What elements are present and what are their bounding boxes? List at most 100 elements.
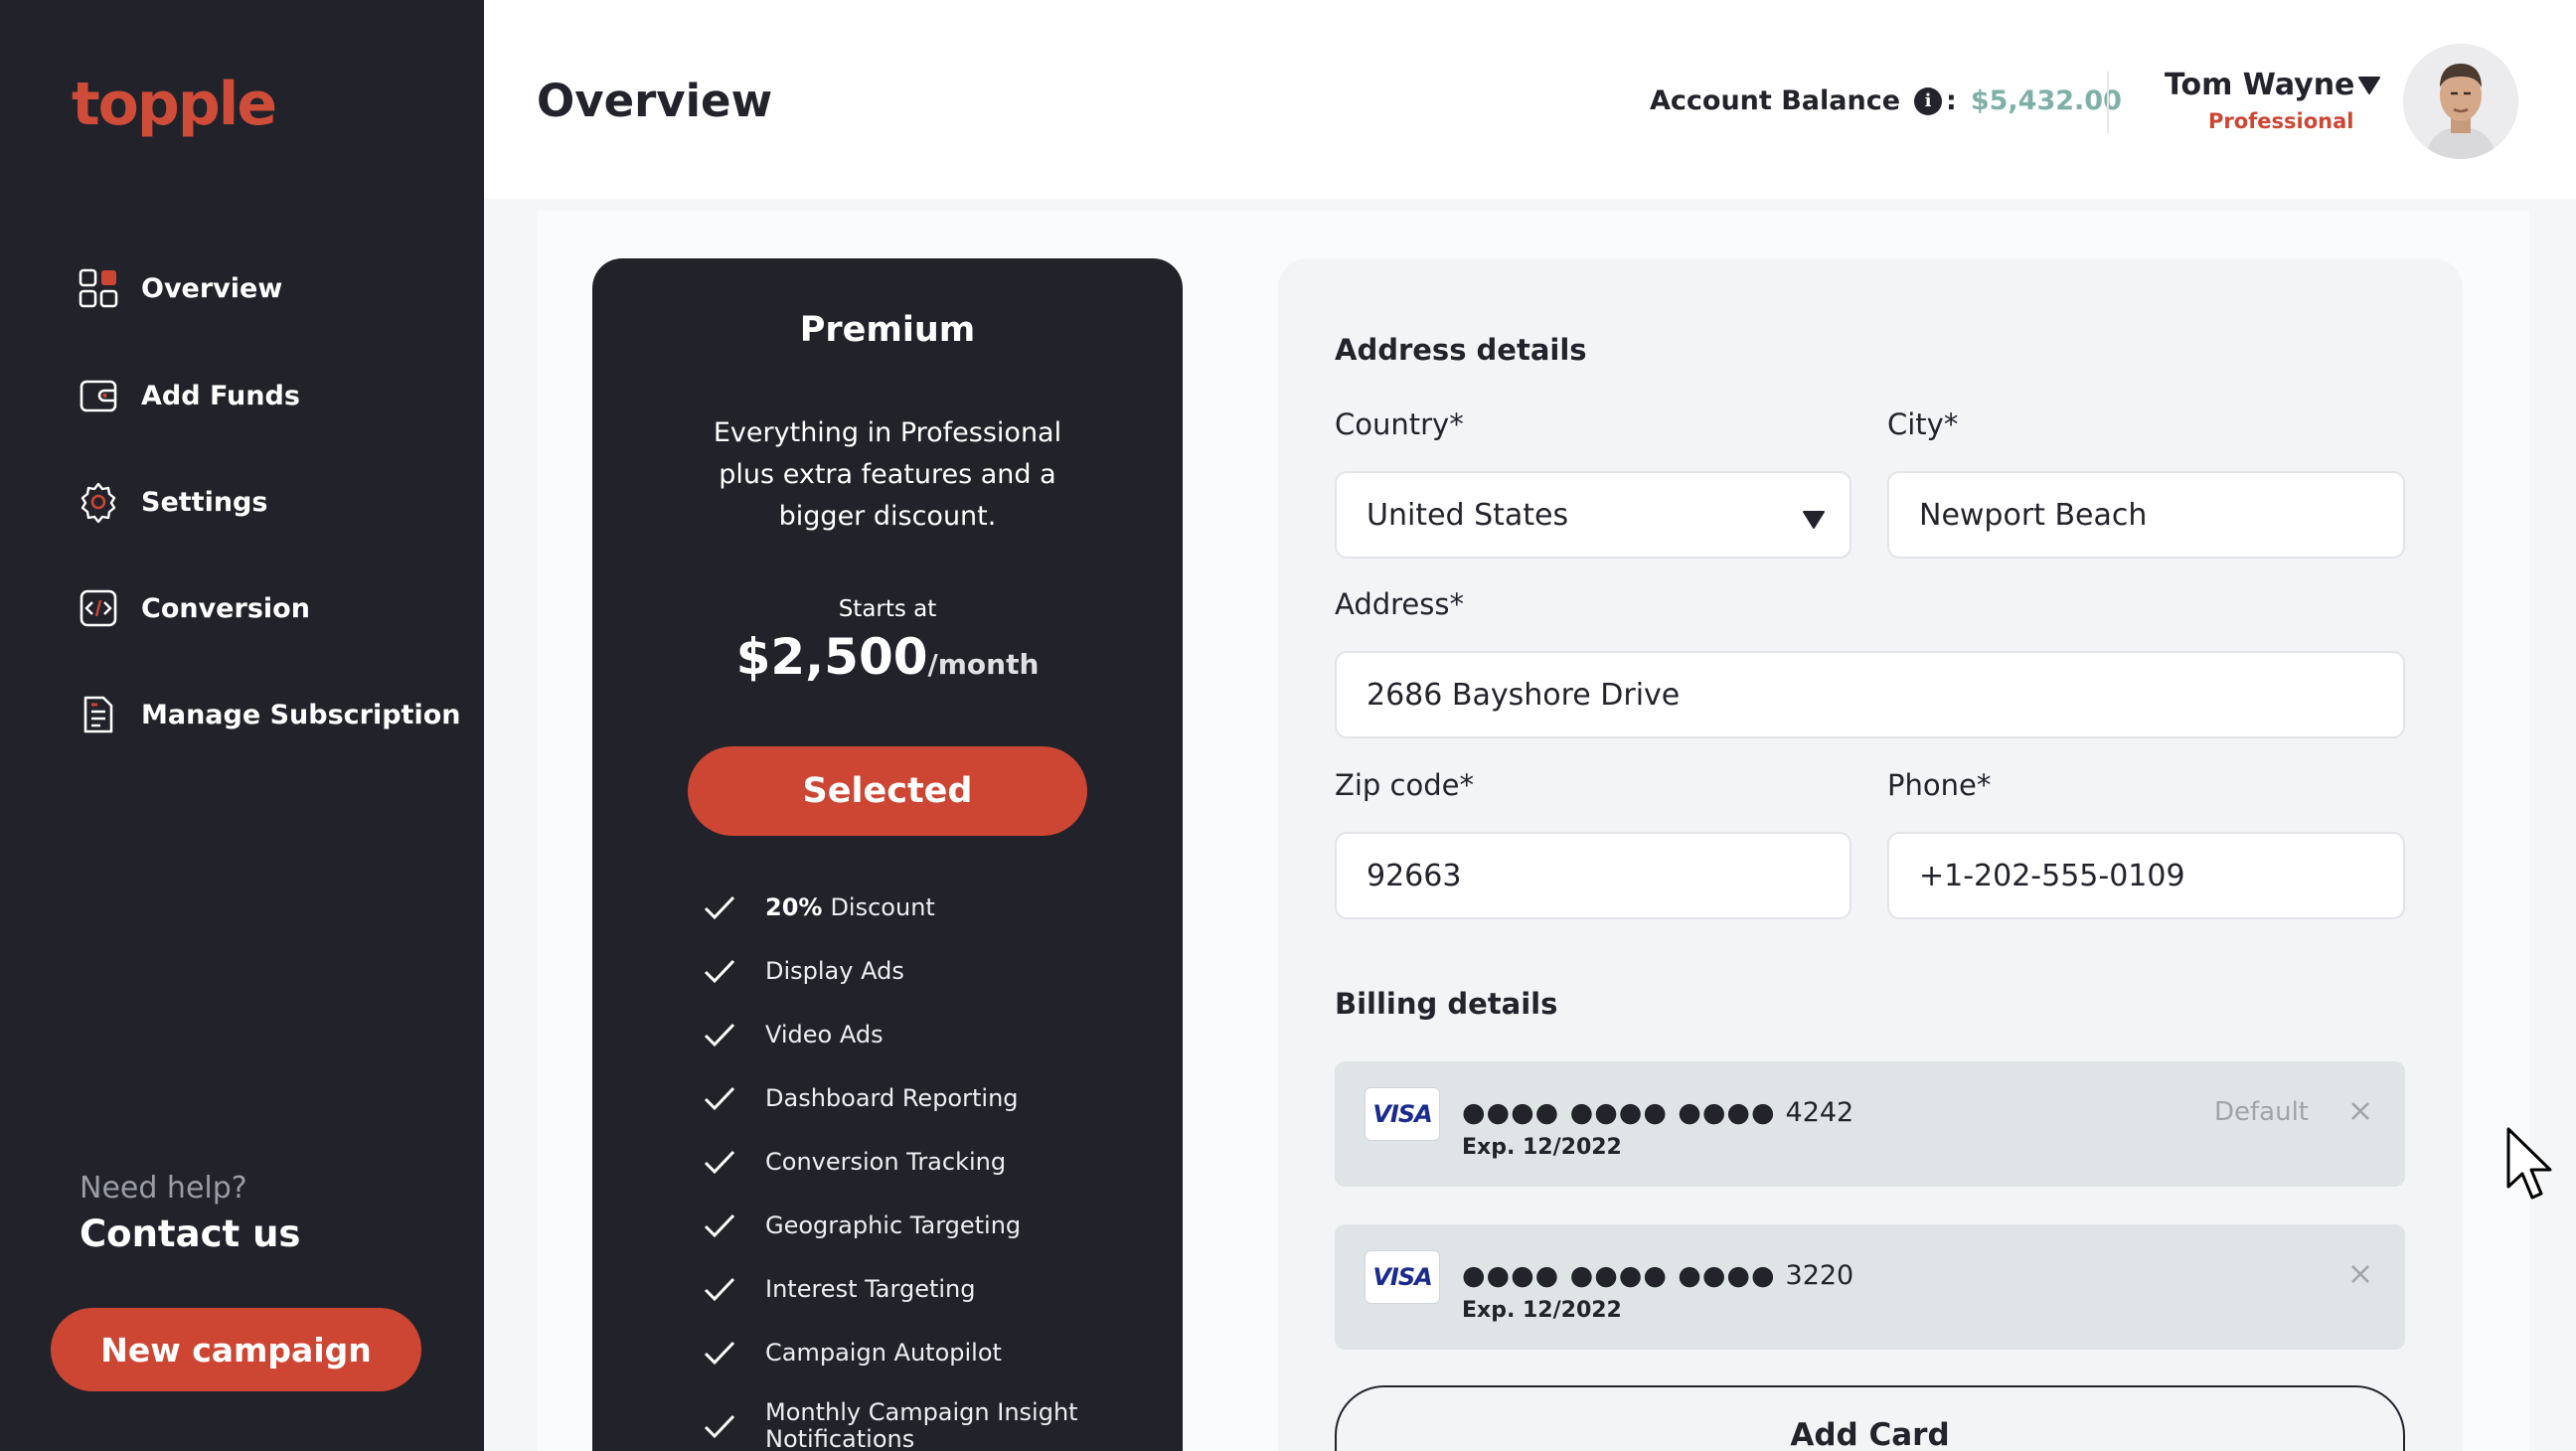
document-icon [78,694,119,735]
card-last4: 4242 [1785,1097,1854,1128]
feature-label: Monthly Campaign Insight Notifications [765,1398,1078,1451]
city-input[interactable]: Newport Beach [1887,471,2405,559]
default-badge: Default [2214,1097,2309,1127]
topple-logo[interactable]: topple [72,70,277,139]
card-number: ●●●● ●●●● ●●●● 4242 [1462,1097,1853,1128]
new-campaign-button[interactable]: New campaign [51,1308,421,1391]
card-expiry: Exp. 12/2022 [1462,1298,1622,1323]
payment-card-row[interactable]: VISA ●●●● ●●●● ●●●● 4242 Exp. 12/2022 Def… [1335,1061,2405,1187]
premium-plan-card: Premium Everything in Professional plus … [592,258,1183,1451]
gear-icon [78,481,119,523]
chevron-down-icon[interactable] [2357,76,2381,99]
sidebar-item-conversion[interactable]: Conversion [78,583,310,633]
check-icon [704,1086,735,1111]
sidebar-item-label: Overview [141,272,283,304]
address-details-title: Address details [1335,333,1587,367]
phone-input[interactable]: +1-202-555-0109 [1887,832,2405,919]
address-input[interactable]: 2686 Bayshore Drive [1335,651,2405,738]
country-label: Country* [1335,407,1464,441]
balance-label: Account Balance [1650,85,1901,116]
feature-label: Interest Targeting [765,1275,976,1303]
starts-at-label: Starts at [838,596,937,622]
mouse-pointer-icon [2504,1125,2556,1209]
close-icon[interactable] [2346,1260,2374,1288]
card-number: ●●●● ●●●● ●●●● 3220 [1462,1260,1853,1291]
contact-us-link[interactable]: Contact us [80,1212,300,1255]
avatar[interactable] [2403,44,2518,159]
feature-item: Dashboard Reporting [702,1083,1019,1113]
feature-item: Conversion Tracking [702,1147,1006,1177]
check-icon [704,1341,735,1366]
grid-icon [78,267,119,309]
header-divider [2107,72,2109,133]
sidebar-item-overview[interactable]: Overview [78,263,282,313]
address-label: Address* [1335,587,1464,621]
card-masked-digits: ●●●● ●●●● ●●●● [1462,1097,1776,1128]
payment-card-row[interactable]: VISA ●●●● ●●●● ●●●● 3220 Exp. 12/2022 [1335,1224,2405,1350]
chevron-down-icon [1802,503,1826,538]
wallet-icon [78,375,119,416]
plan-price: $2,500/month [592,628,1183,686]
country-value: United States [1367,497,1569,533]
check-icon [704,1023,735,1048]
feature-label: Geographic Targeting [765,1211,1022,1239]
balance-separator: : [1946,85,1957,116]
page-title: Overview [537,75,773,127]
check-icon [704,1213,735,1238]
card-last4: 3220 [1785,1260,1854,1291]
phone-value: +1-202-555-0109 [1919,858,2185,893]
info-icon[interactable]: i [1914,86,1943,115]
user-plan: Professional [2208,109,2354,133]
plan-description: Everything in Professional plus extra fe… [713,417,1062,532]
sidebar-item-manage-subscription[interactable]: Manage Subscription [78,690,460,739]
price-value: $2,500 [735,628,928,686]
feature-item: Display Ads [702,956,904,986]
feature-item: Video Ads [702,1020,884,1049]
sidebar-item-label: Settings [141,486,268,518]
sidebar: topple Overview Add Funds Settings Conve… [0,0,484,1451]
feature-label: Dashboard Reporting [765,1084,1019,1112]
sidebar-item-label: Conversion [141,592,310,624]
card-masked-digits: ●●●● ●●●● ●●●● [1462,1260,1776,1291]
check-icon [704,959,735,984]
feature-item: Interest Targeting [702,1274,975,1304]
check-icon [704,895,735,920]
feature-item: Campaign Autopilot [702,1338,1002,1368]
feature-item: Monthly Campaign Insight Notifications [702,1399,1119,1451]
sidebar-item-label: Manage Subscription [141,699,461,730]
country-select[interactable]: United States [1335,471,1852,559]
selected-button[interactable]: Selected [688,746,1087,836]
feature-label: Display Ads [765,957,904,985]
check-icon [704,1150,735,1175]
sidebar-item-label: Add Funds [141,380,300,411]
phone-label: Phone* [1887,768,1992,802]
feature-item: 20% Discount [702,892,935,922]
feature-label: Discount [830,893,935,921]
sidebar-item-settings[interactable]: Settings [78,477,267,527]
discount-value: 20% [765,893,823,921]
code-icon [78,587,119,629]
check-icon [704,1414,735,1439]
city-value: Newport Beach [1919,497,2148,533]
account-balance: Account Balance i : $5,432.00 [1650,85,2122,116]
feature-label: Campaign Autopilot [765,1339,1002,1367]
zip-code-value: 92663 [1367,858,1462,893]
zip-code-label: Zip code* [1335,768,1474,802]
check-icon [704,1277,735,1302]
balance-value: $5,432.00 [1970,85,2122,116]
city-label: City* [1887,407,1959,441]
plan-title: Premium [799,310,976,350]
add-card-button[interactable]: Add Card [1335,1385,2405,1451]
price-period: /month [927,648,1040,681]
help-text: Need help? [80,1171,247,1206]
address-value: 2686 Bayshore Drive [1367,677,1681,713]
visa-logo: VISA [1365,1250,1440,1304]
feature-label: Conversion Tracking [765,1148,1007,1176]
feature-label: Video Ads [765,1021,884,1048]
user-name[interactable]: Tom Wayne [2165,68,2354,102]
close-icon[interactable] [2346,1097,2374,1125]
visa-logo: VISA [1365,1087,1440,1141]
zip-code-input[interactable]: 92663 [1335,832,1852,919]
feature-item: Geographic Targeting [702,1210,1021,1240]
sidebar-item-add-funds[interactable]: Add Funds [78,371,300,420]
